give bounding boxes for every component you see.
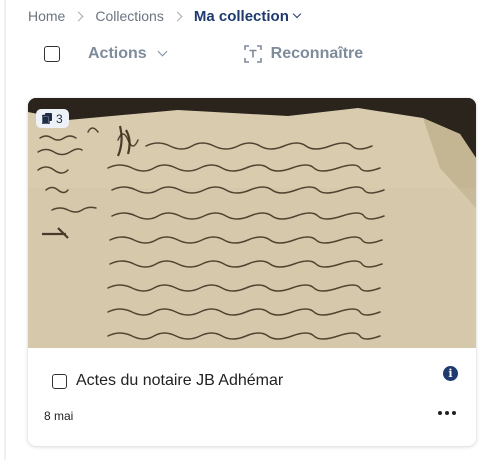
document-card[interactable]: 3 Actes du notaire JB Adhémar i 8 mai [28, 98, 476, 446]
chevron-right-icon [172, 11, 183, 21]
chevron-right-icon [73, 11, 84, 21]
breadcrumb-current-label: Ma collection [193, 7, 289, 25]
page-count: 3 [56, 111, 63, 126]
card-date: 8 mai [44, 409, 74, 423]
text-recognition-icon [243, 45, 262, 63]
document-thumbnail[interactable]: 3 [28, 98, 476, 348]
page-count-badge: 3 [36, 109, 69, 128]
toolbar: Actions Reconnaître [44, 43, 363, 65]
more-horizontal-icon[interactable] [438, 411, 456, 415]
actions-dropdown[interactable]: Actions [88, 45, 168, 63]
breadcrumb-home[interactable]: Home [28, 8, 65, 24]
recognize-button[interactable]: Reconnaître [243, 45, 364, 63]
more-dot [452, 411, 456, 415]
card-title[interactable]: Actes du notaire JB Adhémar [76, 372, 283, 390]
chevron-down-icon [292, 9, 302, 19]
breadcrumb-collections[interactable]: Collections [95, 8, 163, 24]
select-all-checkbox[interactable] [44, 46, 60, 62]
breadcrumb-current-collection[interactable]: Ma collection [193, 7, 302, 25]
card-select-checkbox[interactable] [52, 373, 67, 389]
card-title-row: Actes du notaire JB Adhémar [52, 372, 283, 390]
pages-icon [42, 113, 52, 124]
info-icon[interactable]: i [443, 366, 458, 381]
manuscript-image [28, 98, 476, 348]
left-divider [4, 0, 6, 460]
breadcrumb: Home Collections Ma collection [28, 5, 302, 27]
recognize-label: Reconnaître [270, 45, 364, 62]
actions-label: Actions [88, 45, 147, 62]
more-dot [438, 411, 442, 415]
chevron-down-icon [157, 46, 168, 57]
more-dot [445, 411, 449, 415]
